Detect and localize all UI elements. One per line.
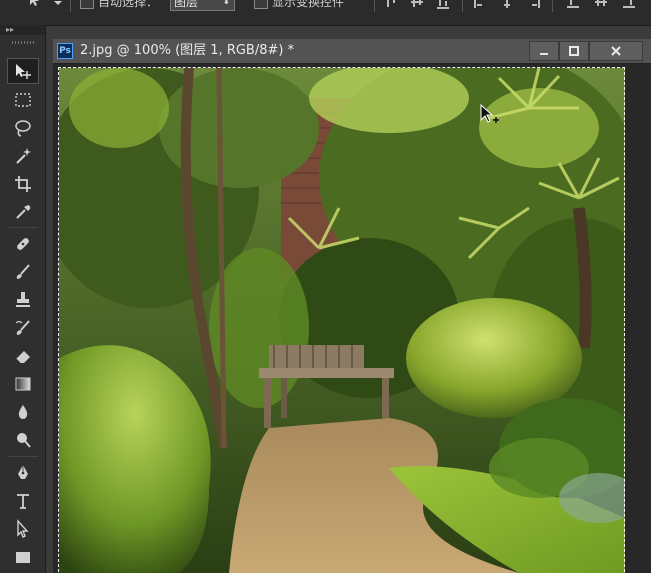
magic-wand-icon	[16, 148, 31, 164]
marquee-tool[interactable]	[7, 87, 39, 113]
align-left-icon[interactable]	[474, 0, 488, 9]
divider	[552, 0, 553, 12]
move-icon	[16, 64, 31, 79]
drop-icon	[18, 405, 28, 419]
canvas-area[interactable]	[53, 64, 651, 573]
tools-panel: ▸▸	[0, 25, 46, 573]
divider	[462, 0, 463, 12]
eraser-icon	[15, 351, 30, 364]
move-tool-preset-icon[interactable]	[28, 0, 42, 8]
stamp-icon	[16, 292, 30, 307]
move-tool[interactable]	[7, 58, 39, 84]
crop-icon	[15, 176, 31, 192]
lasso-icon	[15, 120, 31, 137]
show-transform-label: 显示变换控件	[272, 0, 345, 9]
align-hcenter-icon[interactable]	[500, 0, 514, 9]
dodge-icon	[17, 433, 31, 448]
align-bottom-icon[interactable]	[436, 0, 450, 9]
arrow-icon	[17, 519, 29, 538]
eyedropper-icon	[16, 205, 31, 219]
show-transform-checkbox[interactable]	[254, 0, 268, 9]
pen-tool[interactable]	[7, 460, 39, 486]
shape-tool[interactable]	[7, 544, 39, 570]
photoshop-logo-icon: Ps	[57, 43, 73, 59]
auto-select-checkbox[interactable]	[80, 0, 94, 9]
auto-select-dropdown[interactable]: 图层 ⬍	[170, 0, 235, 11]
rectangular-marquee-icon	[15, 93, 31, 107]
auto-select-label: 自动选择：	[98, 0, 159, 9]
distribute-bottom-icon[interactable]	[622, 0, 636, 9]
crop-tool[interactable]	[7, 171, 39, 197]
close-button[interactable]	[589, 41, 643, 61]
blur-tool[interactable]	[7, 399, 39, 425]
dodge-tool[interactable]	[7, 427, 39, 453]
divider	[70, 0, 71, 12]
collapse-panel-icon[interactable]: ▸▸	[0, 25, 45, 35]
clone-stamp-tool[interactable]	[7, 287, 39, 313]
chevron-down-icon[interactable]	[54, 0, 62, 10]
path-selection-tool[interactable]	[7, 516, 39, 542]
gradient-icon	[15, 377, 31, 391]
document-title: 2.jpg @ 100% (图层 1, RGB/8#) *	[80, 43, 295, 58]
garden-photo	[59, 68, 625, 573]
document-titlebar[interactable]: Ps 2.jpg @ 100% (图层 1, RGB/8#) *	[53, 39, 651, 64]
document-window: Ps 2.jpg @ 100% (图层 1, RGB/8#) *	[53, 39, 651, 573]
maximize-icon	[569, 46, 579, 56]
options-bar: 自动选择： 图层 ⬍ 显示变换控件	[0, 0, 651, 26]
maximize-button[interactable]	[559, 41, 589, 61]
rectangle-icon	[16, 552, 30, 563]
gradient-tool[interactable]	[7, 371, 39, 397]
bandage-icon	[17, 238, 29, 250]
eyedropper-tool[interactable]	[7, 199, 39, 225]
tool-divider	[8, 456, 38, 457]
healing-brush-tool[interactable]	[7, 231, 39, 257]
close-icon	[611, 46, 621, 56]
updown-arrow-icon: ⬍	[222, 0, 230, 7]
brush-icon	[16, 264, 30, 279]
divider	[374, 0, 375, 12]
tool-divider	[8, 227, 38, 228]
minimize-icon	[540, 53, 548, 55]
align-top-icon[interactable]	[384, 0, 398, 9]
brush-tool[interactable]	[7, 259, 39, 285]
panel-grip[interactable]	[12, 41, 34, 44]
align-right-icon[interactable]	[526, 0, 540, 9]
eraser-tool[interactable]	[7, 343, 39, 369]
minimize-button[interactable]	[529, 41, 559, 61]
magic-wand-tool[interactable]	[7, 143, 39, 169]
history-brush-tool[interactable]	[7, 315, 39, 341]
history-brush-icon	[15, 320, 30, 335]
document-canvas[interactable]	[59, 68, 625, 573]
type-tool[interactable]	[7, 488, 39, 514]
distribute-top-icon[interactable]	[566, 0, 580, 9]
lasso-tool[interactable]	[7, 115, 39, 141]
distribute-center-icon[interactable]	[594, 0, 608, 9]
pen-icon	[18, 465, 28, 479]
auto-select-value: 图层	[174, 0, 199, 9]
type-icon	[17, 494, 29, 509]
align-vcenter-icon[interactable]	[410, 0, 424, 9]
